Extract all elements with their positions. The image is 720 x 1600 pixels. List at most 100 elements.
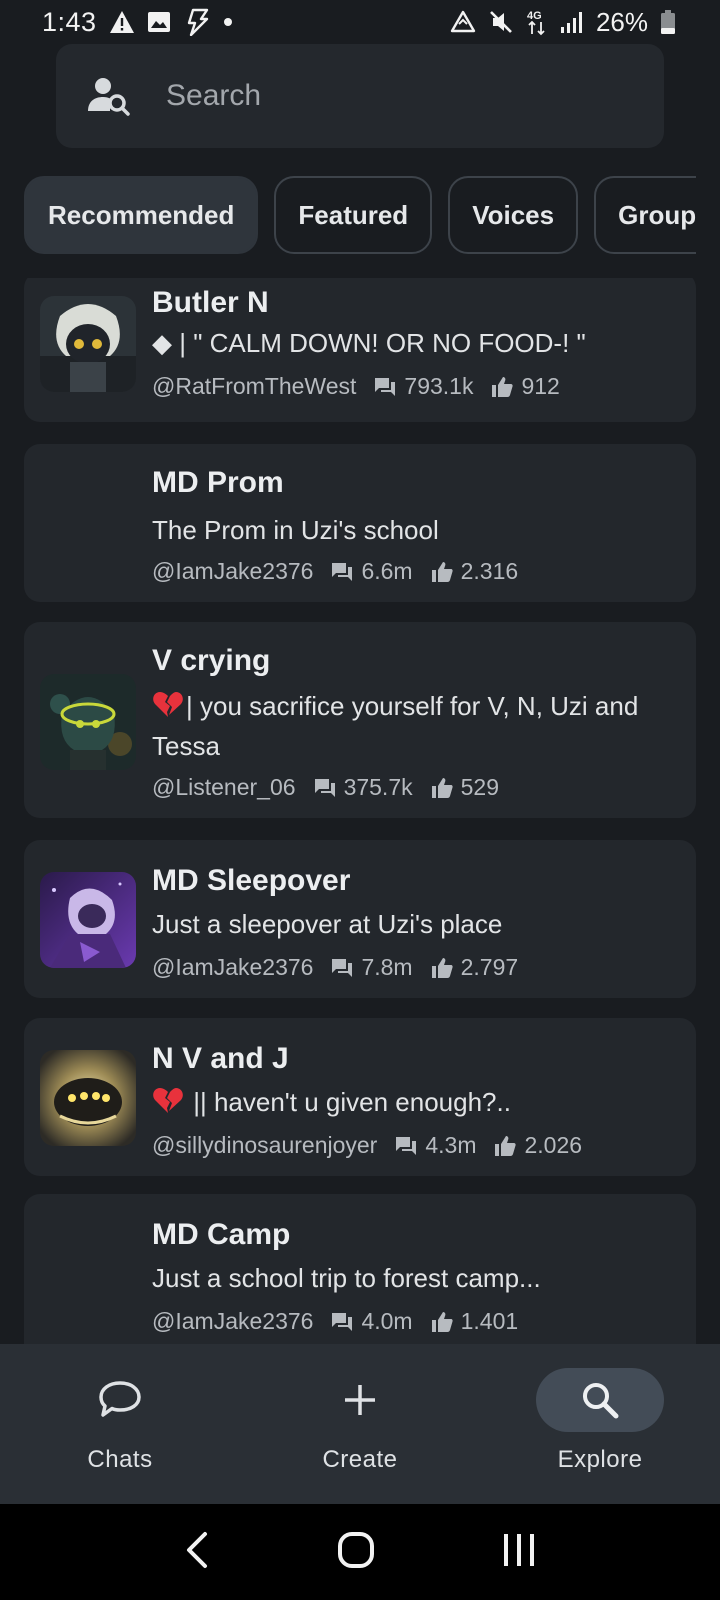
battery-icon — [660, 9, 676, 35]
author-handle: @IamJake2376 — [152, 558, 314, 584]
like-count: 2.026 — [524, 1132, 583, 1158]
like-icon — [431, 957, 453, 979]
tab-groups[interactable]: Groups — [594, 176, 696, 254]
flash-icon — [183, 8, 211, 36]
character-title: MD Camp — [152, 1218, 291, 1251]
home-icon[interactable] — [336, 1530, 376, 1575]
character-card[interactable]: Butler N ◆ | " CALM DOWN! OR NO FOOD-! "… — [24, 278, 696, 422]
author-handle: @RatFromTheWest — [152, 373, 357, 399]
character-description: ◆ | " CALM DOWN! OR NO FOOD-! " — [152, 328, 586, 358]
status-time: 1:43 — [42, 6, 97, 37]
author-handle: @IamJake2376 — [152, 1308, 314, 1334]
warning-icon — [109, 10, 135, 34]
chat-count: 375.7k — [343, 774, 413, 800]
category-tabs: Recommended Featured Voices Groups — [24, 176, 696, 256]
bottom-navigation: Chats Create Explore — [0, 1344, 720, 1504]
like-icon — [431, 561, 453, 583]
nav-chats-label: Chats — [87, 1446, 153, 1473]
character-title: V crying — [152, 644, 271, 677]
character-meta: @IamJake2376 6.6m 2.316 — [152, 558, 518, 585]
like-count: 912 — [521, 373, 560, 399]
tab-voices[interactable]: Voices — [448, 176, 579, 254]
nav-explore-pill — [536, 1368, 664, 1432]
character-description: || haven't u given enough?.. — [152, 1082, 672, 1122]
svg-text:4G: 4G — [527, 10, 542, 22]
character-card[interactable]: V crying | you sacrifice yourself for V,… — [24, 622, 696, 818]
nav-explore[interactable]: Explore — [480, 1344, 720, 1504]
chat-count-icon — [331, 958, 353, 978]
chat-count-icon — [395, 1136, 417, 1156]
network-4g-icon: 4G — [526, 8, 548, 36]
nav-create[interactable]: Create — [240, 1344, 480, 1504]
character-meta: @RatFromTheWest 793.1k 912 — [152, 373, 560, 400]
character-description-text: || haven't u given enough?.. — [186, 1087, 511, 1117]
chat-count: 793.1k — [404, 373, 474, 399]
recents-icon[interactable] — [501, 1532, 537, 1573]
chat-count: 4.3m — [425, 1132, 477, 1158]
dot-icon — [223, 17, 233, 27]
character-avatar — [40, 1050, 136, 1146]
character-meta: @IamJake2376 4.0m 1.401 — [152, 1308, 518, 1335]
like-icon — [431, 1311, 453, 1333]
status-bar: 1:43 4G 26% — [0, 0, 720, 44]
character-card[interactable]: MD Sleepover Just a sleepover at Uzi's p… — [24, 840, 696, 998]
character-meta: @Listener_06 375.7k 529 — [152, 774, 499, 801]
nav-chats-pill — [56, 1368, 184, 1432]
like-count: 1.401 — [460, 1308, 519, 1334]
back-icon[interactable] — [183, 1530, 211, 1575]
author-handle: @sillydinosaurenjoyer — [152, 1132, 378, 1158]
character-description: Just a sleepover at Uzi's place — [152, 909, 503, 939]
tab-recommended[interactable]: Recommended — [24, 176, 259, 254]
character-title: MD Sleepover — [152, 864, 351, 897]
chat-count-icon — [374, 377, 396, 397]
character-title: N V and J — [152, 1042, 289, 1075]
character-avatar — [40, 872, 136, 968]
like-count: 2.797 — [460, 954, 519, 980]
tab-featured[interactable]: Featured — [274, 176, 433, 254]
character-meta: @sillydinosaurenjoyer 4.3m 2.026 — [152, 1132, 582, 1159]
broken-heart-icon — [153, 1088, 183, 1113]
character-description: | you sacrifice yourself for V, N, Uzi a… — [152, 686, 672, 766]
nav-chats[interactable]: Chats — [0, 1344, 240, 1504]
like-icon — [431, 777, 453, 799]
character-title: MD Prom — [152, 466, 284, 499]
character-title: Butler N — [152, 286, 269, 319]
plus-icon — [345, 1385, 375, 1415]
broken-heart-icon — [153, 692, 183, 717]
chat-count-icon — [314, 778, 336, 798]
signal-icon — [560, 10, 584, 34]
search-input[interactable] — [166, 71, 626, 121]
like-count: 529 — [460, 774, 499, 800]
chat-count: 6.6m — [361, 558, 413, 584]
character-card[interactable]: MD Prom The Prom in Uzi's school @IamJak… — [24, 444, 696, 602]
character-avatar — [40, 674, 136, 770]
author-handle: @Listener_06 — [152, 774, 296, 800]
nav-create-pill — [296, 1368, 424, 1432]
system-navigation-bar — [0, 1504, 720, 1600]
chat-count-icon — [331, 562, 353, 582]
character-meta: @IamJake2376 7.8m 2.797 — [152, 954, 518, 981]
image-icon — [147, 11, 171, 33]
chat-count-icon — [331, 1312, 353, 1332]
nav-create-label: Create — [322, 1446, 398, 1473]
user-search-icon — [86, 73, 132, 119]
chat-bubble-icon — [99, 1381, 141, 1417]
character-list: Butler N ◆ | " CALM DOWN! OR NO FOOD-! "… — [24, 278, 696, 1344]
like-icon — [494, 1135, 517, 1157]
mute-icon — [488, 9, 514, 35]
battery-percentage: 26% — [595, 6, 648, 37]
search-bar[interactable] — [56, 44, 664, 148]
character-description: The Prom in Uzi's school — [152, 515, 439, 545]
character-card[interactable]: MD Camp Just a school trip to forest cam… — [24, 1194, 696, 1344]
like-icon — [491, 376, 514, 398]
character-avatar — [40, 296, 136, 392]
search-icon — [583, 1383, 619, 1419]
author-handle: @IamJake2376 — [152, 954, 314, 980]
nav-explore-label: Explore — [557, 1446, 643, 1473]
data-saver-icon — [450, 10, 476, 34]
chat-count: 7.8m — [361, 954, 413, 980]
chat-count: 4.0m — [361, 1308, 413, 1334]
like-count: 2.316 — [460, 558, 519, 584]
character-description-text: | you sacrifice yourself for V, N, Uzi a… — [152, 691, 639, 761]
character-card[interactable]: N V and J || haven't u given enough?.. @… — [24, 1018, 696, 1176]
